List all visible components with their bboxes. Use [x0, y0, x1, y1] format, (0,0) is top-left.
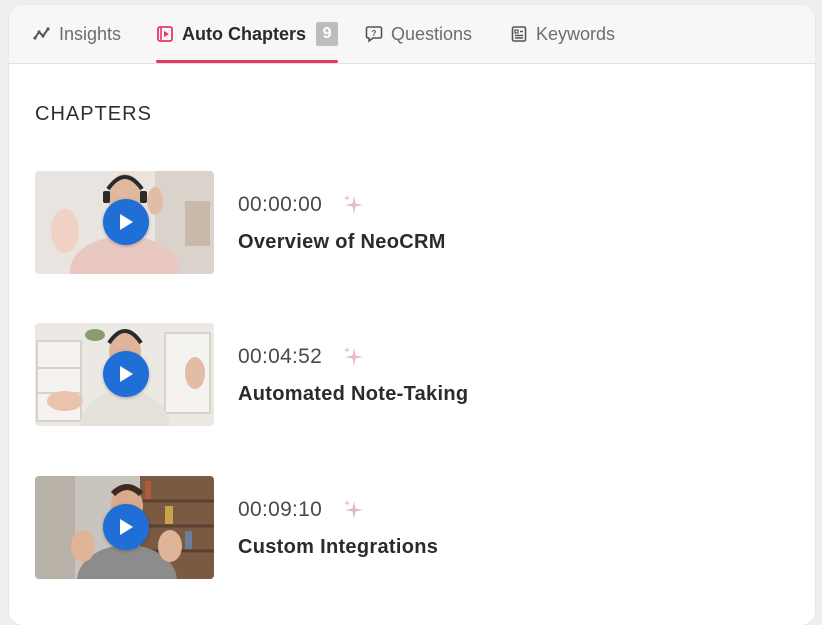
question-bubble-icon: ?	[365, 25, 383, 43]
chapter-timestamp[interactable]: 00:09:10	[238, 498, 322, 522]
chapter-item[interactable]: 00:00:00 Overview of NeoCRM	[35, 171, 795, 275]
tab-insights-label: Insights	[59, 23, 122, 44]
play-button[interactable]	[103, 199, 149, 245]
chapter-title[interactable]: Custom Integrations	[238, 536, 438, 559]
tab-auto-chapters-label: Auto Chapters	[182, 23, 307, 44]
chapter-item[interactable]: 00:04:52 Automated Note-Taking	[35, 323, 795, 427]
play-icon	[120, 214, 133, 230]
chapter-thumbnail[interactable]	[35, 171, 214, 274]
chapter-thumbnail[interactable]	[35, 323, 214, 426]
chapter-item[interactable]: 00:09:10 Custom Integrations	[35, 476, 795, 580]
play-icon	[120, 366, 133, 382]
svg-text:?: ?	[372, 29, 377, 38]
tab-keywords[interactable]: Keywords	[510, 5, 615, 63]
sparkle-icon	[344, 347, 363, 366]
insights-chart-icon	[33, 25, 51, 43]
chapters-count-badge: 9	[316, 22, 339, 46]
chapters-panel: Insights Auto Chapters 9 ? Questions Key…	[9, 5, 815, 625]
sparkle-icon	[344, 195, 363, 214]
play-button[interactable]	[103, 351, 149, 397]
video-chapters-icon	[156, 25, 174, 43]
chapter-title[interactable]: Automated Note-Taking	[238, 383, 468, 406]
sparkle-icon	[344, 500, 363, 519]
chapter-thumbnail[interactable]	[35, 476, 214, 579]
tab-bar: Insights Auto Chapters 9 ? Questions Key…	[9, 5, 815, 64]
tab-auto-chapters[interactable]: Auto Chapters 9	[156, 5, 339, 63]
keywords-document-icon	[510, 25, 528, 43]
chapter-timestamp[interactable]: 00:04:52	[238, 345, 322, 369]
tab-keywords-label: Keywords	[536, 23, 616, 44]
chapter-title[interactable]: Overview of NeoCRM	[238, 231, 446, 254]
chapter-timestamp[interactable]: 00:00:00	[238, 193, 322, 217]
section-title: CHAPTERS	[35, 103, 152, 125]
play-button[interactable]	[103, 504, 149, 550]
tab-insights[interactable]: Insights	[33, 5, 121, 63]
tab-questions[interactable]: ? Questions	[365, 5, 472, 63]
tab-questions-label: Questions	[391, 23, 473, 44]
play-icon	[120, 519, 133, 535]
